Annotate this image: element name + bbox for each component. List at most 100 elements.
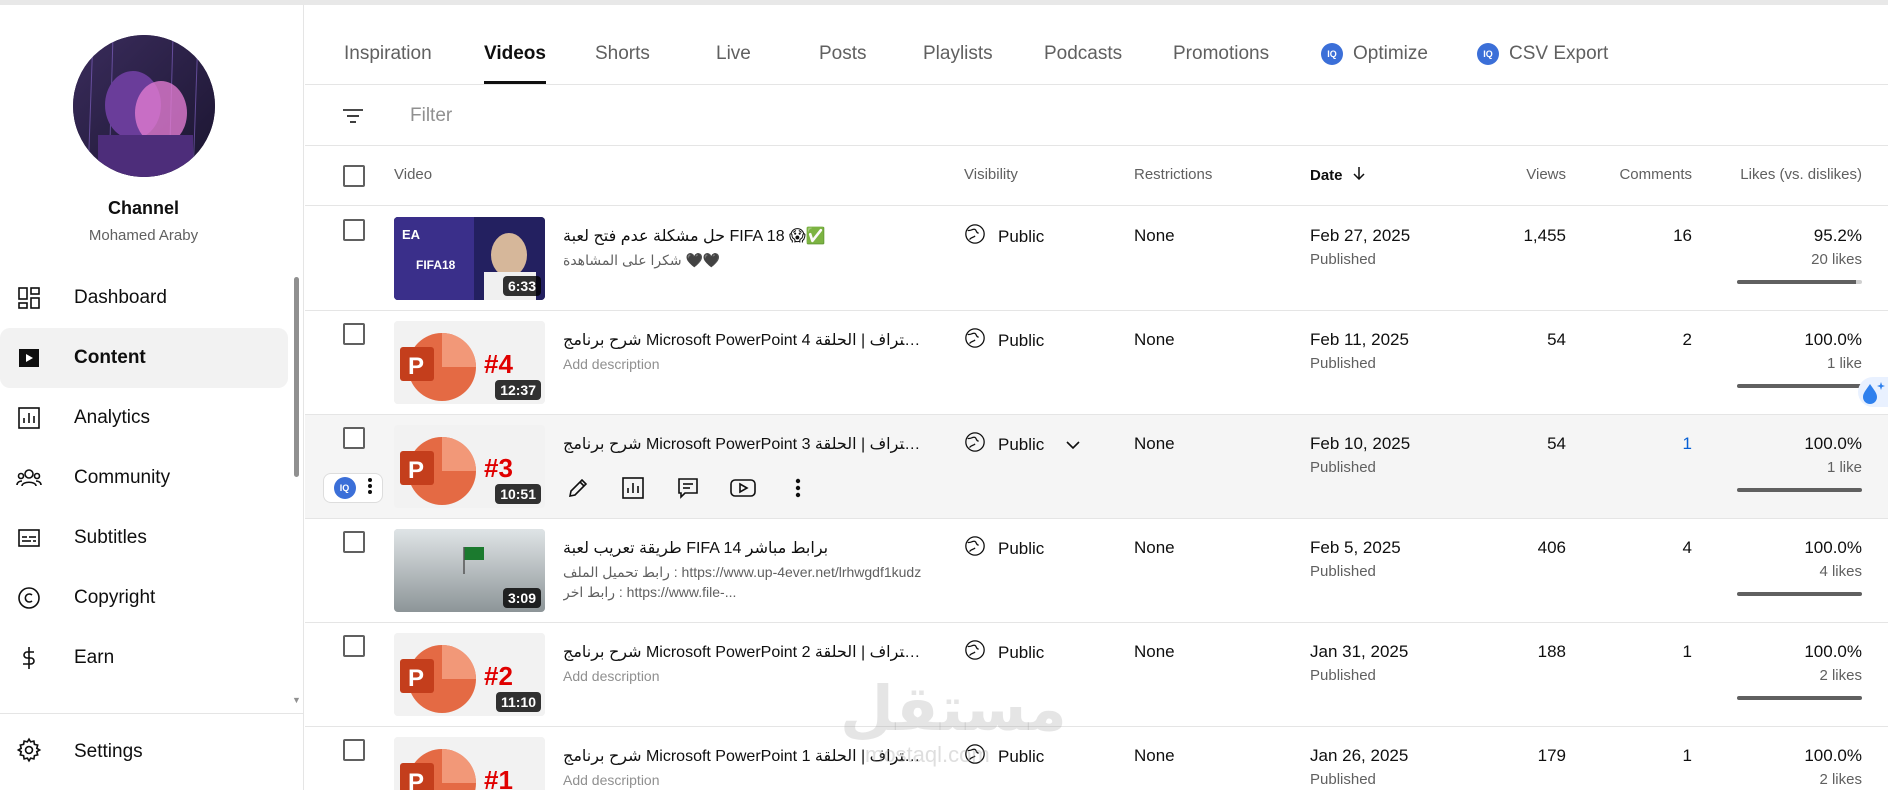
sidebar-item-content[interactable]: Content — [0, 328, 288, 388]
tab-csv-export[interactable]: IQ CSV Export — [1477, 43, 1608, 83]
sidebar-item-community[interactable]: Community — [0, 448, 288, 508]
video-title[interactable]: حل مشكلة عدم فتح لعبة FIFA 18 😱✅ — [563, 226, 923, 246]
analytics-icon — [16, 405, 42, 431]
visibility-cell[interactable]: Public — [964, 327, 1044, 354]
sidebar-item-earn[interactable]: Earn — [0, 628, 288, 688]
video-title[interactable]: شرح برنامج Microsoft PowerPoint للاحتراف… — [563, 434, 923, 454]
tab-optimize[interactable]: IQ Optimize — [1321, 43, 1428, 83]
column-header-restrictions[interactable]: Restrictions — [1134, 166, 1212, 183]
table-row[interactable]: P #2 11:10 شرح برنامج Microsoft PowerPoi… — [305, 623, 1888, 727]
video-title[interactable]: شرح برنامج Microsoft PowerPoint للاحتراف… — [563, 330, 923, 350]
visibility-cell[interactable]: Public — [964, 431, 1080, 458]
likes-percent: 95.2% — [1813, 226, 1862, 245]
iq-row-menu[interactable]: IQ — [323, 473, 383, 503]
row-checkbox[interactable] — [343, 531, 365, 553]
video-thumbnail[interactable]: P #3 10:51 — [394, 425, 545, 508]
youtube-play-icon[interactable] — [728, 473, 758, 503]
visibility-cell[interactable]: Public — [964, 535, 1044, 562]
video-thumbnail[interactable]: 3:09 — [394, 529, 545, 612]
edit-pencil-icon[interactable] — [563, 473, 593, 503]
visibility-label: Public — [998, 642, 1045, 662]
video-thumbnail[interactable]: P #1 — [394, 737, 545, 790]
sidebar-item-label: Earn — [74, 647, 115, 668]
channel-avatar[interactable] — [73, 35, 215, 177]
likes-bar — [1737, 592, 1862, 596]
column-header-visibility[interactable]: Visibility — [964, 166, 1018, 183]
restrictions-cell: None — [1134, 330, 1175, 349]
comments-cell[interactable]: 1 — [1683, 434, 1692, 454]
sidebar-item-label: Analytics — [74, 407, 151, 428]
table-row[interactable]: P #1 شرح برنامج Microsoft PowerPoint للا… — [305, 727, 1888, 790]
date-cell: Feb 5, 2025 — [1310, 538, 1401, 557]
chevron-down-icon[interactable] — [1066, 435, 1080, 455]
tab-playlists[interactable]: Playlists — [923, 43, 993, 83]
sidebar-item-copyright[interactable]: Copyright — [0, 568, 288, 628]
column-header-likes[interactable]: Likes (vs. dislikes) — [1740, 166, 1862, 183]
status-cell: Published — [1310, 563, 1376, 580]
views-cell: 179 — [1537, 746, 1566, 765]
comments-cell[interactable]: 4 — [1683, 538, 1692, 558]
floating-water-drop-icon[interactable] — [1858, 377, 1888, 407]
sidebar-item-dashboard[interactable]: Dashboard — [0, 268, 288, 328]
comments-cell[interactable]: 16 — [1673, 226, 1692, 246]
tab-promotions[interactable]: Promotions — [1173, 43, 1269, 83]
table-row[interactable]: IQ P #3 10:51 شرح برنامج Microsoft Power… — [305, 415, 1888, 519]
likes-bar — [1737, 280, 1862, 284]
visibility-label: Public — [998, 434, 1045, 454]
video-duration: 3:09 — [502, 588, 541, 608]
table-row[interactable]: 3:09 طريقة تعريب لعبة FIFA 14 برابط مباش… — [305, 519, 1888, 623]
column-header-date[interactable]: Date — [1310, 166, 1365, 184]
scroll-down-icon[interactable]: ▼ — [292, 695, 301, 705]
status-cell: Published — [1310, 251, 1376, 268]
comments-icon[interactable] — [673, 473, 703, 503]
filter-input[interactable] — [410, 103, 1010, 129]
row-checkbox[interactable] — [343, 739, 365, 761]
tab-shorts[interactable]: Shorts — [595, 43, 650, 83]
more-vert-icon[interactable] — [783, 473, 813, 503]
episode-number: #2 — [484, 661, 513, 691]
likes-count: 1 like — [1826, 355, 1862, 372]
filter-icon[interactable] — [341, 104, 365, 133]
video-title[interactable]: طريقة تعريب لعبة FIFA 14 برابط مباشر — [563, 538, 923, 558]
column-header-comments[interactable]: Comments — [1619, 166, 1692, 183]
date-cell: Feb 11, 2025 — [1310, 330, 1409, 349]
analytics-icon[interactable] — [618, 473, 648, 503]
row-checkbox[interactable] — [343, 427, 365, 449]
tab-podcasts[interactable]: Podcasts — [1044, 43, 1122, 83]
table-row[interactable]: P #4 12:37 شرح برنامج Microsoft PowerPoi… — [305, 311, 1888, 415]
tab-inspiration[interactable]: Inspiration — [344, 43, 432, 83]
status-cell: Published — [1310, 771, 1376, 788]
iq-icon: IQ — [333, 477, 356, 499]
comments-cell[interactable]: 1 — [1683, 642, 1692, 662]
select-all-checkbox[interactable] — [343, 165, 365, 187]
video-thumbnail[interactable]: EA FIFA18 6:33 — [394, 217, 545, 300]
row-checkbox[interactable] — [343, 323, 365, 345]
visibility-cell[interactable]: Public — [964, 639, 1044, 666]
likes-percent: 100.0% — [1804, 330, 1862, 349]
comments-cell[interactable]: 2 — [1683, 330, 1692, 350]
sidebar-scrollbar[interactable] — [294, 277, 299, 477]
status-cell: Published — [1310, 459, 1376, 476]
row-checkbox[interactable] — [343, 635, 365, 657]
tab-videos[interactable]: Videos — [484, 43, 546, 84]
column-header-views[interactable]: Views — [1526, 166, 1566, 183]
video-description[interactable]: Add description — [563, 354, 923, 374]
sidebar-item-label: Content — [74, 347, 146, 368]
tab-live[interactable]: Live — [716, 43, 751, 83]
table-row[interactable]: EA FIFA18 6:33 حل مشكلة عدم فتح لعبة FIF… — [305, 207, 1888, 311]
video-thumbnail[interactable]: P #2 11:10 — [394, 633, 545, 716]
episode-number: #1 — [484, 765, 513, 790]
sidebar-item-subtitles[interactable]: Subtitles — [0, 508, 288, 568]
video-description[interactable]: Add description — [563, 770, 923, 790]
row-checkbox[interactable] — [343, 219, 365, 241]
video-title[interactable]: شرح برنامج Microsoft PowerPoint للاحتراف… — [563, 642, 923, 662]
svg-text:FIFA18: FIFA18 — [416, 258, 456, 272]
sidebar-item-analytics[interactable]: Analytics — [0, 388, 288, 448]
gear-icon — [16, 737, 42, 768]
tab-posts[interactable]: Posts — [819, 43, 867, 83]
sort-arrow-down-icon — [1353, 166, 1365, 184]
comments-cell[interactable]: 1 — [1683, 746, 1692, 766]
sidebar-item-settings[interactable]: Settings — [0, 722, 288, 782]
visibility-cell[interactable]: Public — [964, 223, 1044, 250]
video-thumbnail[interactable]: P #4 12:37 — [394, 321, 545, 404]
